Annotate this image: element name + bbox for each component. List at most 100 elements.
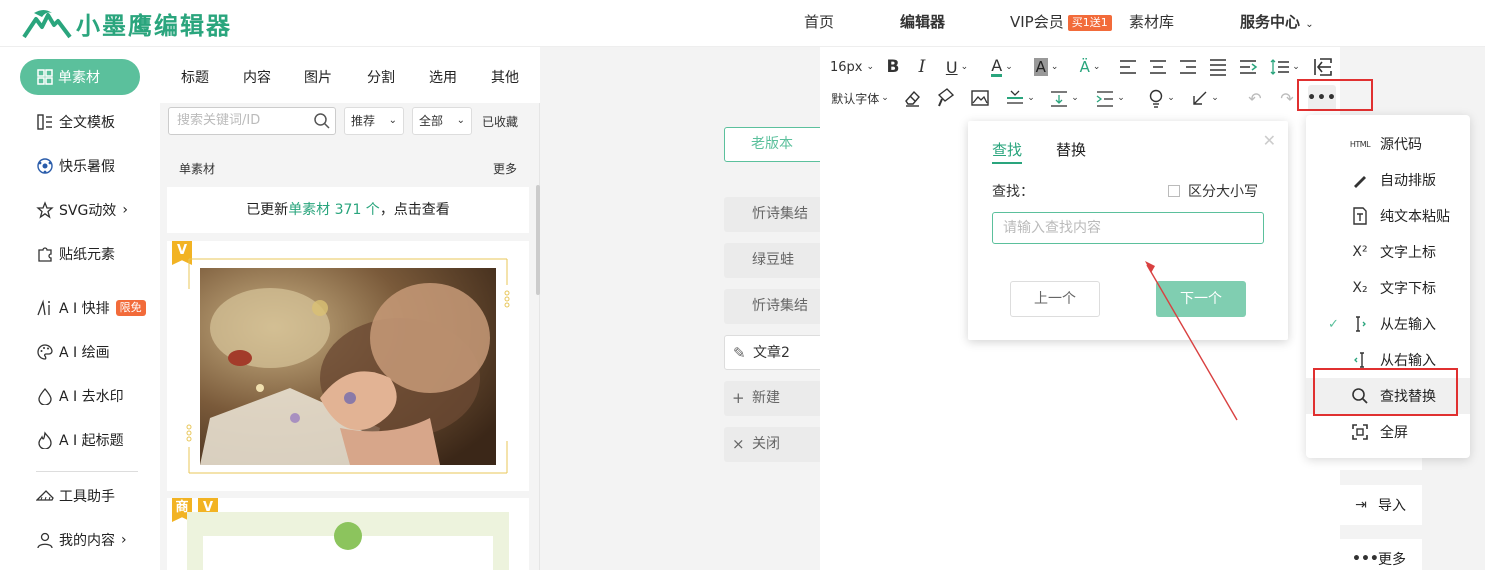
nav-editor[interactable]: 编辑器 [900,0,945,47]
font-size-select[interactable]: 16px ⌄ [828,50,876,84]
close-article-button[interactable]: × 关闭 [724,427,824,462]
scrollbar[interactable] [536,185,540,295]
menu-item-source-code[interactable]: HTML 源代码 [1306,126,1470,162]
font-family-select[interactable]: 默认字体 ⌄ [828,81,892,115]
menu-item-fullscreen[interactable]: 全屏 [1306,414,1470,450]
soccer-ball-icon [37,158,53,174]
material-card[interactable]: 商 V [167,498,529,570]
highlight-icon[interactable]: A ⌄ [1028,50,1064,84]
close-article-label: 关闭 [752,436,780,452]
nav-vip[interactable]: VIP会员 买1送1 [1010,0,1112,47]
sidebar-item-tools[interactable]: 工具助手 [36,485,115,507]
vip-promo-badge: 买1送1 [1067,14,1112,31]
tab-find[interactable]: 查找 [992,139,1023,164]
sidebar-item-summer[interactable]: 快乐暑假 [36,155,115,177]
section-more-link[interactable]: 更多 [493,160,517,177]
fullscreen-icon [1352,424,1368,440]
format-painter-icon[interactable] [936,81,956,115]
bold-icon[interactable]: B [882,50,904,84]
menu-item-label: 文字上标 [1380,245,1436,261]
sidebar-item-ai-paint[interactable]: A I 绘画 [36,341,110,363]
sidebar-item-ai-title[interactable]: A I 起标题 [36,429,124,451]
sidebar-item-label: SVG动效 [59,203,117,219]
update-notice[interactable]: 已更新单素材 371 个，点击查看 [167,187,529,233]
align-right-icon[interactable] [1178,50,1198,84]
left-sidebar: 单素材 全文模板 快乐暑假 SVG动效 › 贴纸元素 A I 快排 限免 A I… [0,47,160,570]
favorites-link[interactable]: 已收藏 [482,113,518,130]
old-version-button[interactable]: 老版本 [724,127,824,162]
current-article[interactable]: ✎ 文章2 [724,335,824,370]
article-item[interactable]: 忻诗集结 [724,289,824,324]
image-icon[interactable] [970,81,990,115]
tab-other[interactable]: 其他 [491,67,519,87]
tab-divider[interactable]: 分割 [367,67,395,87]
tab-content[interactable]: 内容 [243,67,271,87]
find-input[interactable] [992,212,1264,244]
logo[interactable]: 小墨鹰编辑器 [22,6,232,41]
letter-spacing-icon[interactable]: ⌄ [1092,81,1128,115]
paragraph-spacing-icon[interactable]: ⌄ [1046,81,1082,115]
case-sensitive-checkbox[interactable]: 区分大小写 [1168,181,1258,201]
align-left-icon[interactable] [1118,50,1138,84]
sidebar-item-my-content[interactable]: 我的内容 › [36,529,127,551]
next-button[interactable]: 下一个 [1156,281,1246,317]
search-icon[interactable] [313,112,331,130]
resize-icon[interactable]: ⌄ [1188,81,1222,115]
divider-style-icon[interactable]: ⌄ [1002,81,1038,115]
sort-select[interactable]: 推荐 ⌄ [344,107,404,135]
search-input[interactable] [177,113,307,128]
nav-home[interactable]: 首页 [804,0,834,47]
tab-title[interactable]: 标题 [181,67,209,87]
font-color-icon[interactable]: A ⌄ [984,50,1020,84]
new-article-button[interactable]: + 新建 [724,381,824,416]
update-prefix: 已更新 [246,202,289,218]
tab-image[interactable]: 图片 [304,67,332,87]
align-center-icon[interactable] [1148,50,1168,84]
find-label: 查找： [992,184,1034,200]
eraser-icon[interactable] [902,81,922,115]
sidebar-item-single-material[interactable]: 单素材 [20,59,140,95]
bulb-icon[interactable]: ⌄ [1144,81,1178,115]
underline-icon[interactable]: U ⌄ [940,50,974,84]
text-effect-icon[interactable]: Ä ⌄ [1072,50,1108,84]
import-button[interactable]: ⇥ 导入 [1340,485,1422,525]
italic-icon[interactable]: I [911,50,933,84]
sidebar-item-templates[interactable]: 全文模板 [36,111,115,133]
sidebar-item-svg[interactable]: SVG动效 › [36,199,128,221]
menu-item-superscript[interactable]: X² 文字上标 [1306,234,1470,270]
text-cursor-left-icon [1354,352,1364,368]
tab-replace[interactable]: 替换 [1056,139,1086,160]
redo-icon[interactable]: ↷ [1276,81,1298,115]
menu-item-label: 全屏 [1380,425,1408,441]
article-item[interactable]: 绿豆蛙 [724,243,824,278]
material-card[interactable]: V [167,241,529,491]
nav-materials[interactable]: 素材库 [1129,0,1174,47]
close-icon[interactable]: ✕ [1263,131,1276,150]
chevron-down-icon: ⌄ [866,62,875,72]
menu-item-plain-paste[interactable]: 纯文本粘贴 [1306,198,1470,234]
article-item[interactable]: 忻诗集结 [724,197,824,232]
line-height-glyph [1270,59,1290,75]
subscript-icon: X₂ [1352,280,1368,296]
checkbox-box[interactable] [1168,185,1180,197]
more-button[interactable]: ••• 更多 [1340,539,1422,570]
sidebar-item-ai-layout[interactable]: A I 快排 限免 [36,297,146,319]
nav-service[interactable]: 服务中心 ⌄ [1240,0,1314,47]
update-link[interactable]: 单素材 371 个 [288,202,380,218]
menu-item-auto-layout[interactable]: 自动排版 [1306,162,1470,198]
prev-button[interactable]: 上一个 [1010,281,1100,317]
filter-select[interactable]: 全部 ⌄ [412,107,472,135]
menu-item-input-left[interactable]: ✓ 从左输入 [1306,306,1470,342]
sidebar-item-ai-watermark[interactable]: A I 去水印 [36,385,124,407]
sidebar-item-stickers[interactable]: 贴纸元素 [36,243,115,265]
tab-selected[interactable]: 选用 [429,67,457,87]
logo-text: 小墨鹰编辑器 [76,12,232,40]
menu-item-subscript[interactable]: X₂ 文字下标 [1306,270,1470,306]
undo-icon[interactable]: ↶ [1244,81,1266,115]
resize-glyph [1193,91,1207,105]
chevron-down-icon: ⌄ [388,115,397,126]
indent-icon[interactable] [1238,50,1258,84]
align-justify-icon[interactable] [1208,50,1228,84]
section-header: 单素材 更多 [167,149,529,185]
more-dots-icon: ••• [1352,551,1379,567]
